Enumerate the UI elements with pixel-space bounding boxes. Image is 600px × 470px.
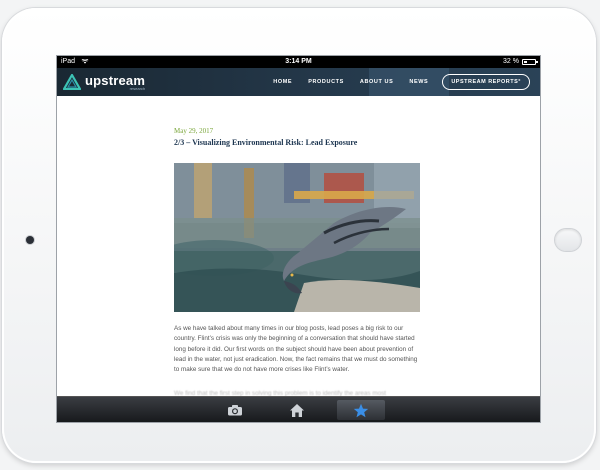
toolbar-camera-button[interactable] <box>211 400 259 420</box>
article-header: May 29, 2017 2/3 – Visualizing Environme… <box>174 127 422 147</box>
nav-home[interactable]: HOME <box>273 79 292 85</box>
battery-icon <box>522 59 538 65</box>
pigeon-photo <box>174 163 420 312</box>
home-button[interactable] <box>555 229 581 251</box>
front-camera <box>26 236 34 244</box>
main-nav: HOME PRODUCTS ABOUT US NEWS UPSTREAM REP… <box>257 68 530 96</box>
article-paragraph: As we have talked about many times in ou… <box>174 325 418 374</box>
battery-fill <box>524 61 527 63</box>
status-bar: iPad 3:14 PM 32 % <box>57 56 540 68</box>
screen: iPad 3:14 PM 32 % upstream research HOME… <box>57 56 540 422</box>
site-logo[interactable]: upstream research <box>63 74 145 91</box>
camera-icon <box>228 405 242 416</box>
battery-percent: 32 % <box>503 58 519 65</box>
status-right: 32 % <box>503 56 538 68</box>
star-icon <box>353 403 369 417</box>
post-date: May 29, 2017 <box>174 127 214 135</box>
site-header: upstream research HOME PRODUCTS ABOUT US… <box>57 68 540 96</box>
home-icon <box>290 403 304 417</box>
tablet-frame: iPad 3:14 PM 32 % upstream research HOME… <box>2 8 596 463</box>
post-title[interactable]: 2/3 – Visualizing Environmental Risk: Le… <box>174 138 422 147</box>
toolbar-home-button[interactable] <box>273 400 321 420</box>
nav-about-us[interactable]: ABOUT US <box>360 79 394 85</box>
upstream-reports-button[interactable]: UPSTREAM REPORTS° <box>442 74 530 90</box>
logo-triangle-icon <box>63 74 81 90</box>
bottom-toolbar <box>57 396 540 422</box>
hero-image <box>174 163 420 312</box>
toolbar-favorites-button[interactable] <box>337 400 385 420</box>
nav-news[interactable]: NEWS <box>409 79 428 85</box>
clock: 3:14 PM <box>285 58 312 65</box>
nav-products[interactable]: PRODUCTS <box>308 79 344 85</box>
